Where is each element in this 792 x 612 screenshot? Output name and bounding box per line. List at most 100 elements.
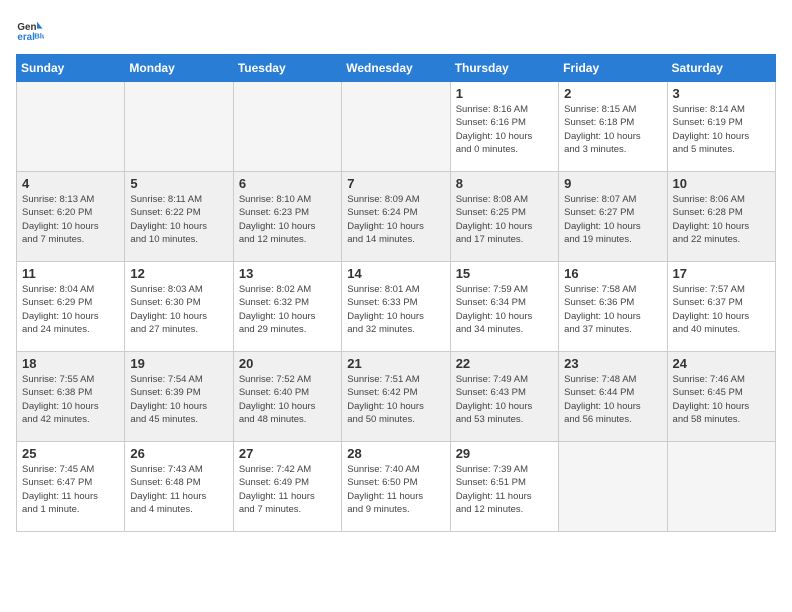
day-number: 26 [130,446,227,461]
day-number: 17 [673,266,770,281]
day-number: 5 [130,176,227,191]
svg-text:Blue: Blue [34,31,44,40]
day-number: 14 [347,266,444,281]
day-info: Sunrise: 7:45 AMSunset: 6:47 PMDaylight:… [22,463,119,516]
day-number: 12 [130,266,227,281]
calendar-cell: 9 Sunrise: 8:07 AMSunset: 6:27 PMDaylight… [559,172,667,262]
day-info: Sunrise: 7:46 AMSunset: 6:45 PMDaylight:… [673,373,770,426]
day-number: 3 [673,86,770,101]
calendar-cell: 27Sunrise: 7:42 AMSunset: 6:49 PMDayligh… [233,442,341,532]
header-thursday: Thursday [450,55,558,82]
day-number: 11 [22,266,119,281]
day-number: 19 [130,356,227,371]
day-number: 6 [239,176,336,191]
week-row-1: 4Sunrise: 8:13 AMSunset: 6:20 PMDaylight… [17,172,776,262]
day-number: 10 [673,176,770,191]
day-info: Sunrise: 7:39 AMSunset: 6:51 PMDaylight:… [456,463,553,516]
day-info: Sunrise: 8:10 AMSunset: 6:23 PMDaylight:… [239,193,336,246]
calendar-cell: 5 Sunrise: 8:11 AMSunset: 6:22 PMDaylight… [125,172,233,262]
day-info: Sunrise: 7:57 AMSunset: 6:37 PMDaylight:… [673,283,770,336]
day-number: 18 [22,356,119,371]
day-info: Sunrise: 8:04 AMSunset: 6:29 PMDaylight:… [22,283,119,336]
day-number: 16 [564,266,661,281]
calendar-cell: 17 Sunrise: 7:57 AMSunset: 6:37 PMDayligh… [667,262,775,352]
calendar-cell: 18 Sunrise: 7:55 AMSunset: 6:38 PMDayligh… [17,352,125,442]
calendar-cell: 2 Sunrise: 8:15 AMSunset: 6:18 PMDaylight… [559,82,667,172]
calendar-cell: 16Sunrise: 7:58 AMSunset: 6:36 PMDayligh… [559,262,667,352]
day-number: 13 [239,266,336,281]
calendar-cell: 20Sunrise: 7:52 AMSunset: 6:40 PMDayligh… [233,352,341,442]
day-info: Sunrise: 7:51 AMSunset: 6:42 PMDaylight:… [347,373,444,426]
header-friday: Friday [559,55,667,82]
day-info: Sunrise: 7:49 AMSunset: 6:43 PMDaylight:… [456,373,553,426]
day-info: Sunrise: 8:08 AMSunset: 6:25 PMDaylight:… [456,193,553,246]
day-info: Sunrise: 8:07 AMSunset: 6:27 PMDaylight:… [564,193,661,246]
calendar-cell: 6 Sunrise: 8:10 AMSunset: 6:23 PMDaylight… [233,172,341,262]
header-wednesday: Wednesday [342,55,450,82]
calendar-cell: 13 Sunrise: 8:02 AMSunset: 6:32 PMDayligh… [233,262,341,352]
logo-icon: Gen eral Blue [16,16,44,44]
day-number: 22 [456,356,553,371]
calendar-cell: 12 Sunrise: 8:03 AMSunset: 6:30 PMDayligh… [125,262,233,352]
calendar-cell: 28 Sunrise: 7:40 AMSunset: 6:50 PMDayligh… [342,442,450,532]
calendar-cell: 3 Sunrise: 8:14 AMSunset: 6:19 PMDaylight… [667,82,775,172]
calendar-cell: 7Sunrise: 8:09 AMSunset: 6:24 PMDaylight… [342,172,450,262]
day-number: 20 [239,356,336,371]
day-info: Sunrise: 7:40 AMSunset: 6:50 PMDaylight:… [347,463,444,516]
day-number: 9 [564,176,661,191]
calendar-cell [233,82,341,172]
calendar-cell: 10 Sunrise: 8:06 AMSunset: 6:28 PMDayligh… [667,172,775,262]
calendar-cell [559,442,667,532]
header-row: SundayMondayTuesdayWednesdayThursdayFrid… [17,55,776,82]
calendar-cell: 25 Sunrise: 7:45 AMSunset: 6:47 PMDayligh… [17,442,125,532]
day-info: Sunrise: 7:54 AMSunset: 6:39 PMDaylight:… [130,373,227,426]
day-info: Sunrise: 8:15 AMSunset: 6:18 PMDaylight:… [564,103,661,156]
day-info: Sunrise: 7:43 AMSunset: 6:48 PMDaylight:… [130,463,227,516]
logo: Gen eral Blue [16,16,48,44]
day-info: Sunrise: 7:42 AMSunset: 6:49 PMDaylight:… [239,463,336,516]
day-number: 29 [456,446,553,461]
calendar-cell: 19 Sunrise: 7:54 AMSunset: 6:39 PMDayligh… [125,352,233,442]
header-monday: Monday [125,55,233,82]
day-info: Sunrise: 7:55 AMSunset: 6:38 PMDaylight:… [22,373,119,426]
calendar-cell: 15 Sunrise: 7:59 AMSunset: 6:34 PMDayligh… [450,262,558,352]
calendar-cell: 23 Sunrise: 7:48 AMSunset: 6:44 PMDayligh… [559,352,667,442]
day-info: Sunrise: 8:02 AMSunset: 6:32 PMDaylight:… [239,283,336,336]
header-tuesday: Tuesday [233,55,341,82]
day-number: 23 [564,356,661,371]
page-header: Gen eral Blue [16,16,776,44]
day-number: 21 [347,356,444,371]
calendar-cell [17,82,125,172]
day-number: 4 [22,176,119,191]
week-row-0: 1 Sunrise: 8:16 AMSunset: 6:16 PMDaylight… [17,82,776,172]
calendar-table: SundayMondayTuesdayWednesdayThursdayFrid… [16,54,776,532]
calendar-cell: 21 Sunrise: 7:51 AMSunset: 6:42 PMDayligh… [342,352,450,442]
day-info: Sunrise: 7:48 AMSunset: 6:44 PMDaylight:… [564,373,661,426]
week-row-4: 25 Sunrise: 7:45 AMSunset: 6:47 PMDayligh… [17,442,776,532]
day-info: Sunrise: 8:06 AMSunset: 6:28 PMDaylight:… [673,193,770,246]
calendar-cell: 24 Sunrise: 7:46 AMSunset: 6:45 PMDayligh… [667,352,775,442]
day-number: 15 [456,266,553,281]
calendar-cell [342,82,450,172]
calendar-cell: 8 Sunrise: 8:08 AMSunset: 6:25 PMDaylight… [450,172,558,262]
calendar-cell: 26 Sunrise: 7:43 AMSunset: 6:48 PMDayligh… [125,442,233,532]
day-info: Sunrise: 8:11 AMSunset: 6:22 PMDaylight:… [130,193,227,246]
calendar-cell: 22 Sunrise: 7:49 AMSunset: 6:43 PMDayligh… [450,352,558,442]
day-info: Sunrise: 8:09 AMSunset: 6:24 PMDaylight:… [347,193,444,246]
day-number: 8 [456,176,553,191]
day-info: Sunrise: 8:16 AMSunset: 6:16 PMDaylight:… [456,103,553,156]
header-sunday: Sunday [17,55,125,82]
day-info: Sunrise: 7:59 AMSunset: 6:34 PMDaylight:… [456,283,553,336]
day-number: 24 [673,356,770,371]
day-number: 25 [22,446,119,461]
calendar-cell [667,442,775,532]
day-info: Sunrise: 8:14 AMSunset: 6:19 PMDaylight:… [673,103,770,156]
calendar-cell: 11 Sunrise: 8:04 AMSunset: 6:29 PMDayligh… [17,262,125,352]
day-number: 1 [456,86,553,101]
day-info: Sunrise: 8:01 AMSunset: 6:33 PMDaylight:… [347,283,444,336]
day-info: Sunrise: 8:03 AMSunset: 6:30 PMDaylight:… [130,283,227,336]
header-saturday: Saturday [667,55,775,82]
calendar-cell: 14 Sunrise: 8:01 AMSunset: 6:33 PMDayligh… [342,262,450,352]
day-number: 28 [347,446,444,461]
day-number: 2 [564,86,661,101]
